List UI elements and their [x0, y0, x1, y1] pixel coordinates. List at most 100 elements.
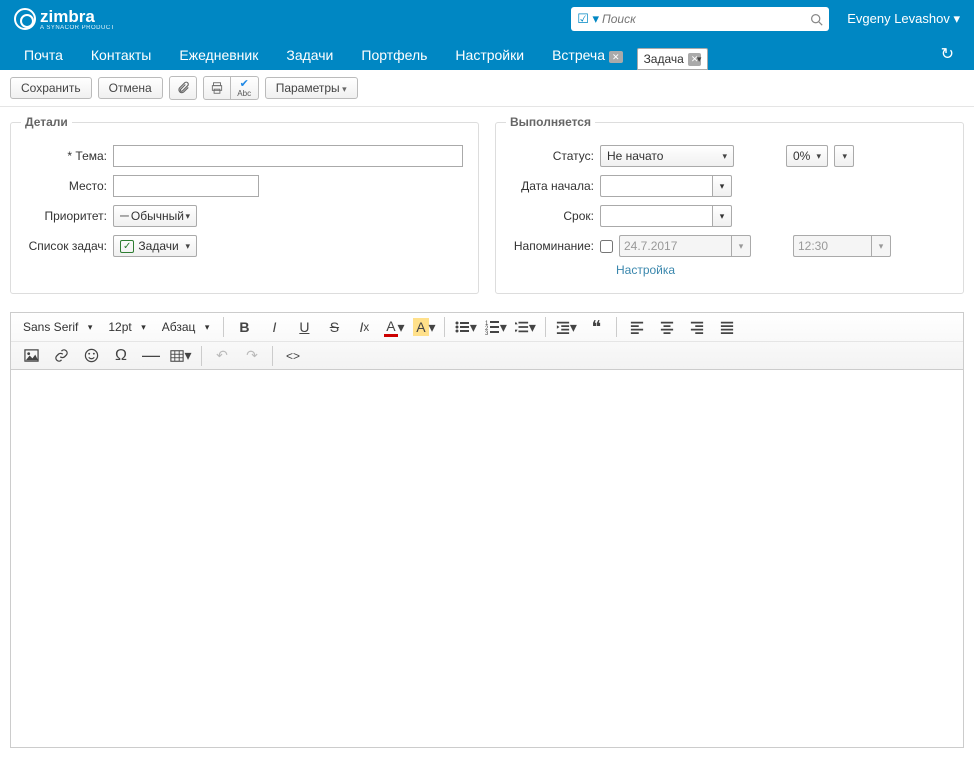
search-filter-icon[interactable]: ☑ ▾: [577, 11, 599, 27]
align-justify-button[interactable]: [713, 315, 741, 339]
reminder-date-picker: ▾: [731, 235, 751, 257]
due-picker[interactable]: ▾: [712, 205, 732, 227]
reminder-time-input: [793, 235, 871, 257]
align-center-icon: [660, 320, 674, 334]
indent-icon: [556, 320, 570, 334]
align-right-button[interactable]: [683, 315, 711, 339]
undo-button[interactable]: ↶: [208, 344, 236, 368]
bullet-list-button[interactable]: ▾: [451, 315, 479, 339]
spellcheck-icon: ✔Abc: [237, 79, 251, 98]
tab-contacts[interactable]: Контакты: [77, 40, 165, 70]
details-fieldset: Детали * Тема: Место: Приоритет: –Обычны…: [10, 115, 479, 294]
brand-subtitle: A SYNACOR PRODUCT: [40, 25, 115, 31]
print-button[interactable]: [203, 76, 231, 100]
logo: zimbra A SYNACOR PRODUCT: [14, 8, 115, 31]
font-size-select[interactable]: 12pt: [102, 316, 149, 338]
source-code-button[interactable]: <>: [279, 344, 307, 368]
search-box[interactable]: ☑ ▾: [571, 7, 829, 31]
insert-image-button[interactable]: [17, 344, 45, 368]
underline-button[interactable]: U: [290, 315, 318, 339]
blockquote-button[interactable]: ❝: [582, 315, 610, 339]
action-toolbar: Сохранить Отмена ✔Abc Параметры: [0, 70, 974, 107]
close-icon[interactable]: ✕: [609, 51, 623, 63]
brand-name: zimbra: [40, 8, 115, 25]
paragraph-select[interactable]: Абзац: [156, 316, 214, 338]
user-menu[interactable]: Evgeny Levashov ▾: [847, 11, 960, 27]
insert-symbol-button[interactable]: Ω: [107, 344, 135, 368]
align-justify-icon: [720, 320, 734, 334]
italic-button[interactable]: I: [260, 315, 288, 339]
startdate-picker[interactable]: ▾: [712, 175, 732, 197]
align-right-icon: [690, 320, 704, 334]
tab-preferences[interactable]: Настройки: [441, 40, 538, 70]
emoji-icon: [84, 348, 99, 363]
app-header: zimbra A SYNACOR PRODUCT ☑ ▾ Evgeny Leva…: [0, 0, 974, 38]
due-input[interactable]: [600, 205, 712, 227]
tab-meeting[interactable]: Встреча✕: [538, 40, 636, 70]
progress-fieldset: Выполняется Статус: Не начато 0% Дата на…: [495, 115, 964, 294]
startdate-input[interactable]: [600, 175, 712, 197]
priority-label: Приоритет:: [21, 209, 107, 223]
subject-label: * Тема:: [21, 149, 107, 163]
number-list-icon: 123: [484, 319, 500, 335]
editor-body[interactable]: [10, 370, 964, 748]
font-family-select[interactable]: Sans Serif: [17, 316, 96, 338]
tab-briefcase[interactable]: Портфель: [347, 40, 441, 70]
startdate-label: Дата начала:: [506, 179, 594, 193]
search-input[interactable]: [602, 12, 810, 26]
tab-calendar[interactable]: Ежедневник: [165, 40, 272, 70]
redo-button[interactable]: ↷: [238, 344, 266, 368]
bullet-list-icon: [454, 319, 470, 335]
align-left-button[interactable]: [623, 315, 651, 339]
insert-table-button[interactable]: ▾: [167, 344, 195, 368]
tab-tasks[interactable]: Задачи: [272, 40, 347, 70]
reminder-label: Напоминание:: [506, 239, 594, 253]
tasklist-select[interactable]: ✓Задачи: [113, 235, 197, 257]
number-list-button[interactable]: 123 ▾: [481, 315, 509, 339]
align-left-icon: [630, 320, 644, 334]
indent-button[interactable]: ▾: [552, 315, 580, 339]
task-icon: ✓: [120, 240, 134, 253]
percent-dropdown[interactable]: [834, 145, 854, 167]
save-button[interactable]: Сохранить: [10, 77, 92, 99]
logo-icon: [14, 8, 36, 30]
due-label: Срок:: [506, 209, 594, 223]
table-icon: [170, 349, 184, 363]
insert-emoji-button[interactable]: [77, 344, 105, 368]
svg-text:3: 3: [485, 331, 489, 335]
insert-link-button[interactable]: [47, 344, 75, 368]
details-legend: Детали: [21, 115, 72, 129]
primary-nav: Почта Контакты Ежедневник Задачи Портфел…: [0, 38, 974, 70]
reminder-checkbox[interactable]: [600, 240, 613, 253]
clear-format-button[interactable]: Ix: [350, 315, 378, 339]
status-select[interactable]: Не начато: [600, 145, 734, 167]
bold-button[interactable]: B: [230, 315, 258, 339]
options-button[interactable]: Параметры: [265, 77, 358, 99]
insert-hr-button[interactable]: —: [137, 344, 165, 368]
printer-icon: [210, 81, 224, 95]
reminder-date-input: [619, 235, 731, 257]
reminder-time-picker: ▾: [871, 235, 891, 257]
cancel-button[interactable]: Отмена: [98, 77, 163, 99]
strike-button[interactable]: S: [320, 315, 348, 339]
search-icon[interactable]: [810, 13, 823, 26]
spellcheck-button[interactable]: ✔Abc: [231, 76, 259, 100]
status-label: Статус:: [506, 149, 594, 163]
location-input[interactable]: [113, 175, 259, 197]
refresh-button[interactable]: ↻: [931, 38, 964, 70]
subject-input[interactable]: [113, 145, 463, 167]
line-height-button[interactable]: ▾: [511, 315, 539, 339]
tab-task[interactable]: Задача✕: [637, 48, 709, 70]
highlight-button[interactable]: A ▾: [410, 315, 438, 339]
text-color-button[interactable]: A ▾: [380, 315, 408, 339]
attach-button[interactable]: [169, 76, 197, 100]
tab-mail[interactable]: Почта: [10, 40, 77, 70]
priority-select[interactable]: –Обычный: [113, 205, 197, 227]
align-center-button[interactable]: [653, 315, 681, 339]
close-icon[interactable]: ✕: [688, 53, 702, 66]
location-label: Место:: [21, 179, 107, 193]
percent-value[interactable]: 0%: [786, 145, 828, 167]
reminder-setup-link[interactable]: Настройка: [616, 263, 675, 277]
editor-toolbar: Sans Serif 12pt Абзац B I U S Ix A ▾ A ▾…: [10, 312, 964, 370]
image-icon: [24, 348, 39, 363]
